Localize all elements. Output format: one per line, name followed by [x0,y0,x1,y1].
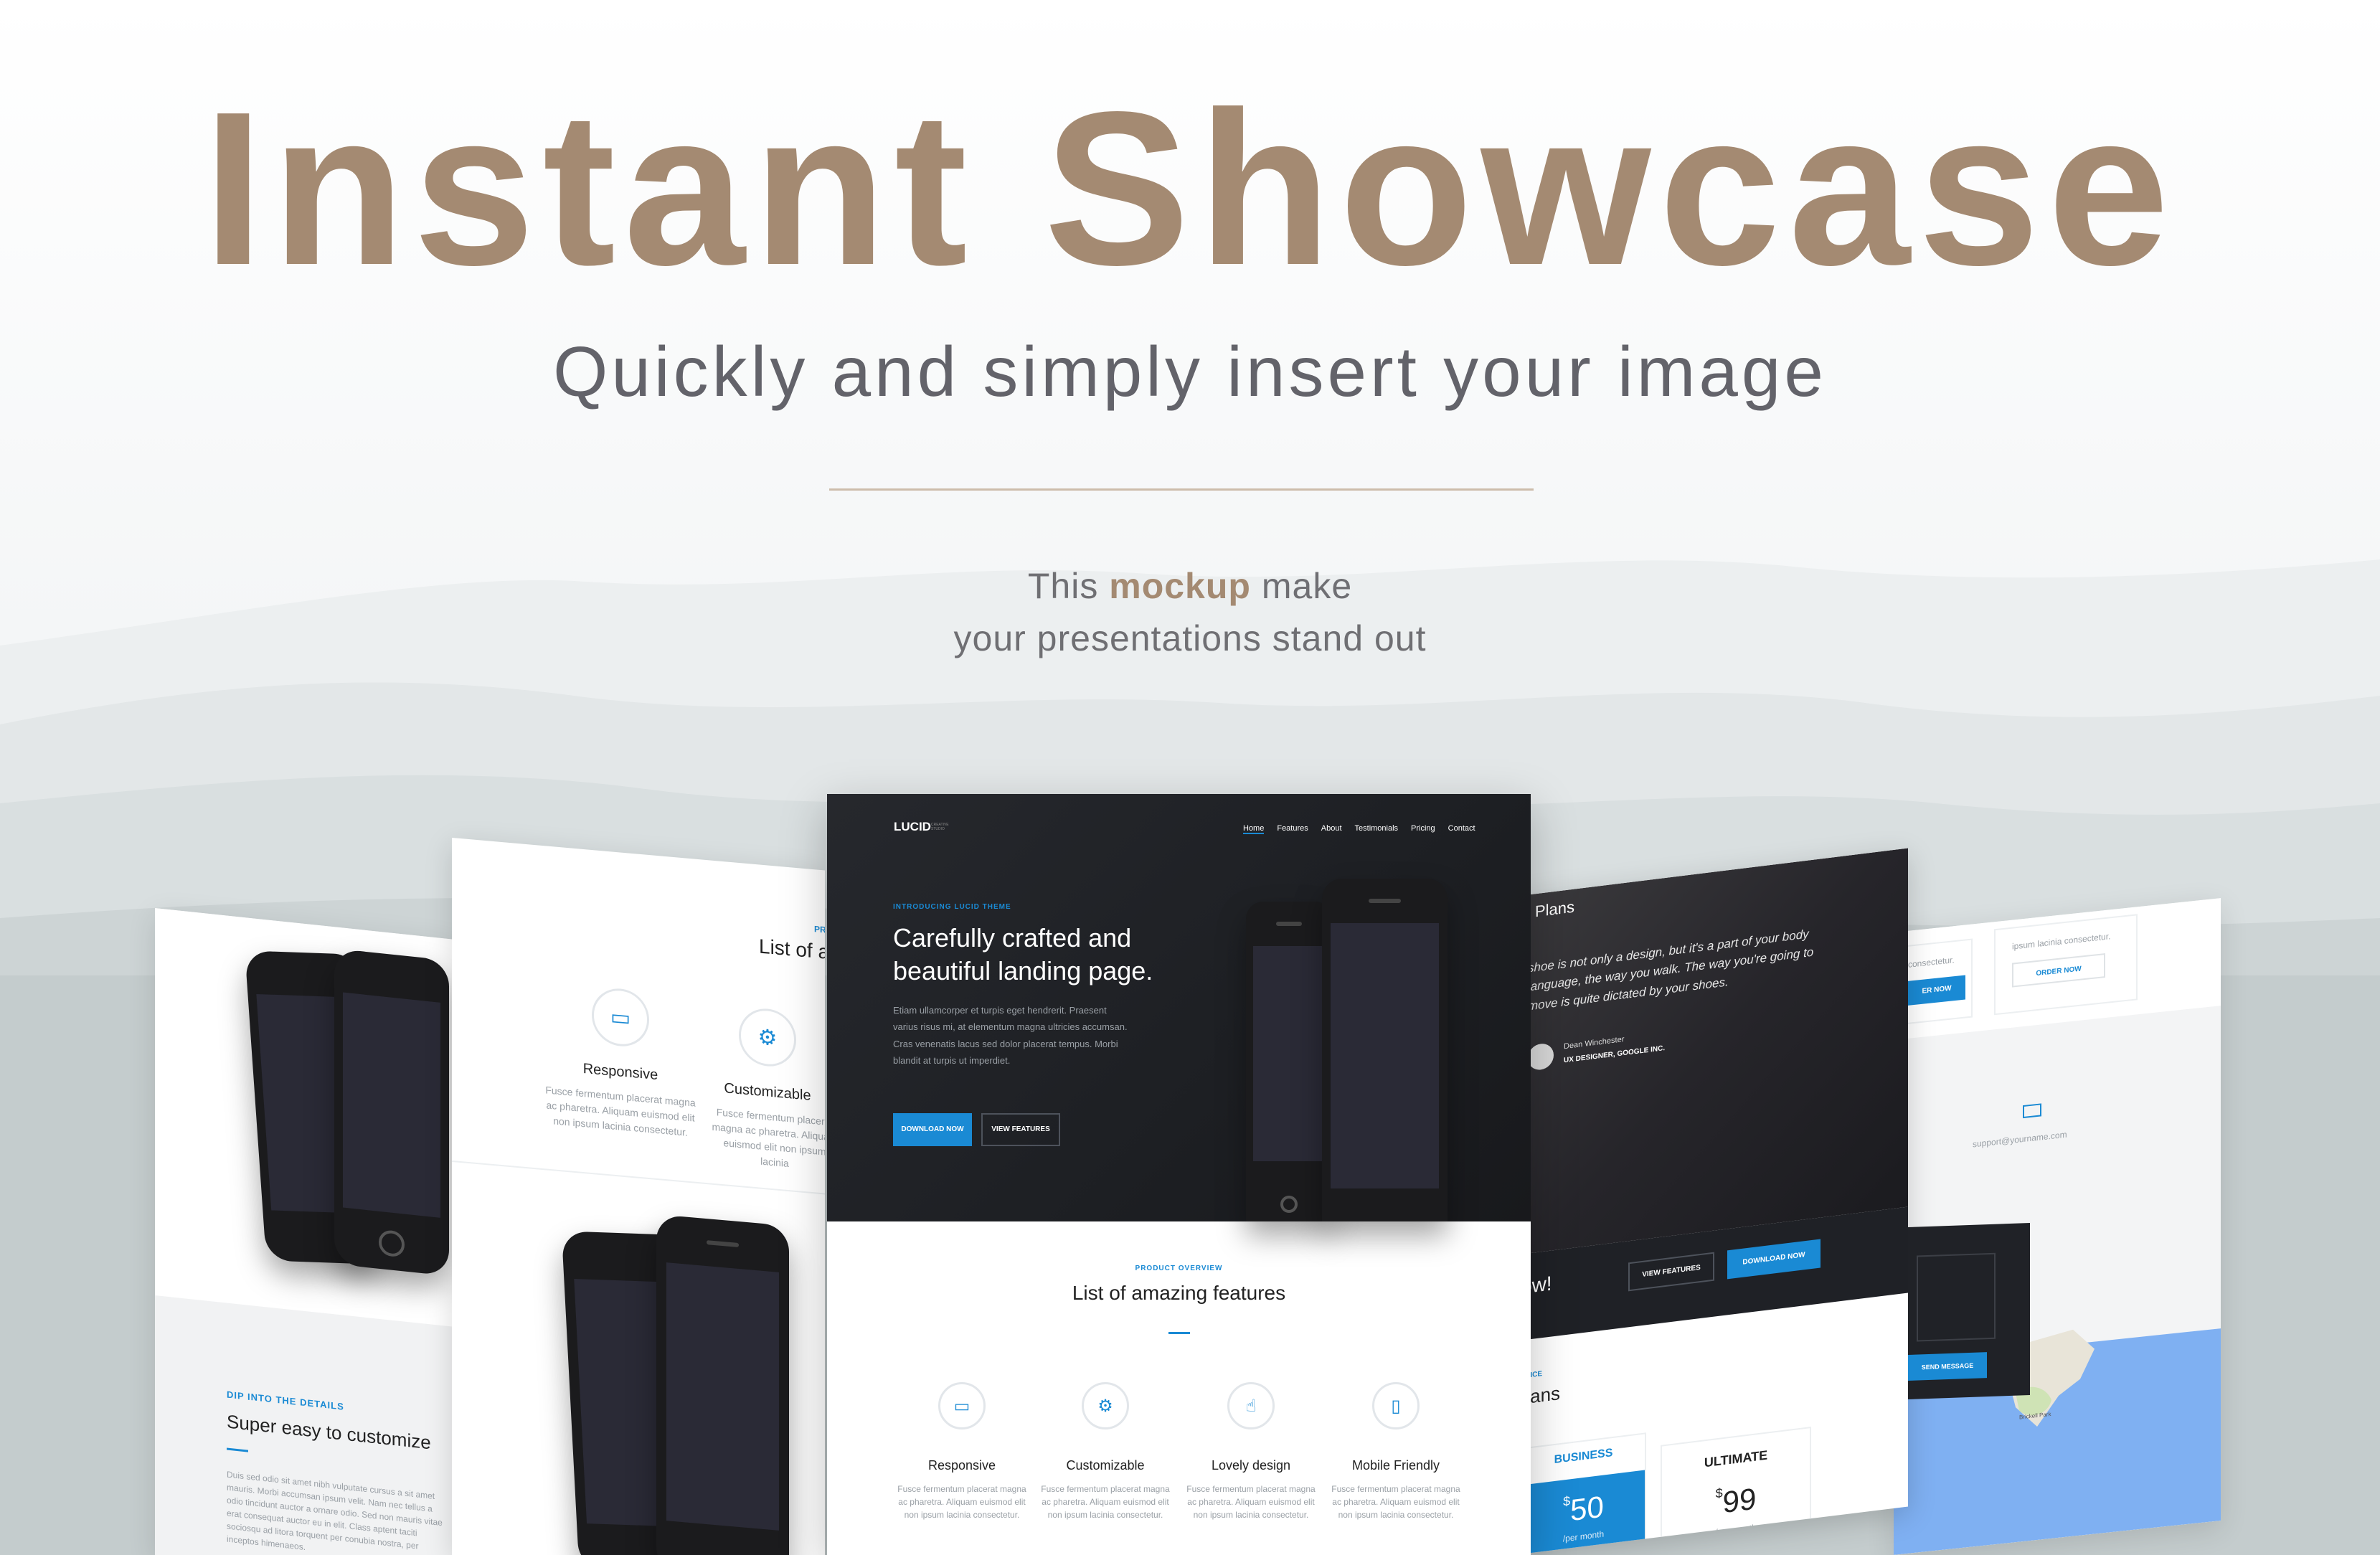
tagline-pre: This [1027,566,1099,606]
top-nav: Home Features About Testimonials Pricing Cont… [1243,821,1475,834]
hero-eyebrow: INTRODUCING LUCID THEME [893,903,1011,911]
monitor-icon: ▭ [592,986,649,1049]
feature-text: Fusce fermentum placerat magna ac pharet… [1041,1484,1170,1520]
nav-contact[interactable]: Contact [1448,824,1475,833]
feature-title: Customizable [724,1080,811,1104]
brand-logo[interactable]: LUCID [894,820,931,834]
tagline-line-1: This mockup make [0,561,2380,611]
feature-text: Fusce fermentum placerat magna ac pharet… [897,1484,1026,1520]
nav-pricing[interactable]: Pricing [1411,824,1435,833]
hero-subtitle: Quickly and simply insert your image [553,332,1827,411]
plan-name: ULTIMATE [1704,1447,1768,1470]
monitor-icon: ▭ [938,1382,986,1429]
nav-about[interactable]: About [1321,824,1342,833]
gear-icon: ⚙ [1082,1382,1129,1429]
mockup-page-center: LUCID CREATIVE STUDIO Home Features About T… [827,794,1531,1555]
feature-title: Mobile Friendly [1351,1458,1440,1473]
phone-mockup [1246,902,1332,1221]
tagline-post: make [1261,566,1353,606]
hero-body: Etiam ullamcorper et turpis eget hendrer… [893,1005,1128,1067]
price: 99 [1722,1481,1757,1520]
hero-headline-1: Carefully crafted and [893,923,1132,953]
phone-mockup [334,948,449,1277]
tagline-bold: mockup [1109,566,1251,606]
feature-title: Responsive [927,1458,996,1473]
overview-eyebrow: PRODUCT OVERVIEW [1135,1265,1223,1272]
mockup-page-right-mid: Plans shoe is not only a design, but it'… [1514,848,1908,1555]
feature-title: Customizable [1066,1458,1145,1473]
contact-form-panel: SEND MESSAGE [1908,1223,2030,1399]
hero-divider [829,488,1534,491]
overview-title: List of amazing features [1072,1282,1286,1304]
phone-mockup [656,1214,789,1555]
currency: $ [1715,1485,1723,1501]
phone-mockup [1322,879,1448,1221]
hero-headline-2: beautiful landing page. [893,956,1153,986]
mockup-page-left-far: DIP INTO THE DETAILS Super easy to custo… [155,908,456,1555]
download-now-button[interactable]: DOWNLOAD NOW [893,1113,972,1146]
plan-card-business: BUSINESS $50 /per month [1521,1432,1646,1555]
currency: $ [1563,1493,1571,1509]
tagline-line-2: your presentations stand out [953,618,1427,658]
feature-text: Fusce fermentum placerat magna ac pharet… [1331,1484,1460,1520]
smartphone-icon: ▯ [1372,1382,1420,1429]
gear-icon: ⚙ [739,1006,796,1069]
message-field[interactable] [1917,1252,1996,1342]
view-features-button[interactable]: VIEW FEATURES [981,1113,1060,1146]
overview-underline [1168,1332,1190,1334]
send-message-button[interactable]: SEND MESSAGE [1908,1352,1987,1381]
feature-title: Lovely design [1211,1458,1291,1473]
feature-text: Fusce fermentum placerat magna ac pharet… [545,1084,696,1138]
nav-testimonials[interactable]: Testimonials [1355,824,1399,833]
envelope-icon [2023,1103,2041,1119]
brand-tagline: CREATIVE STUDIO [931,823,949,831]
nav-home[interactable]: Home [1243,824,1265,834]
price: 50 [1570,1489,1604,1528]
section-eyebrow: PRO [814,924,825,936]
thumbs-up-icon: ☝ [1227,1382,1275,1429]
feature-text: Fusce fermentum placerat magna ac pharet… [1186,1484,1316,1520]
mockup-page-left-mid: PRO List of am ▭ Responsive Fusce fermen… [452,838,825,1555]
nav-features[interactable]: Features [1277,824,1308,833]
feature-text: Fusce fermentum placerat magna ac pharet… [712,1106,825,1170]
plan-name: BUSINESS [1554,1447,1613,1467]
hero-title: Instant Showcase [202,66,2178,311]
section-title: List of am [759,935,825,965]
